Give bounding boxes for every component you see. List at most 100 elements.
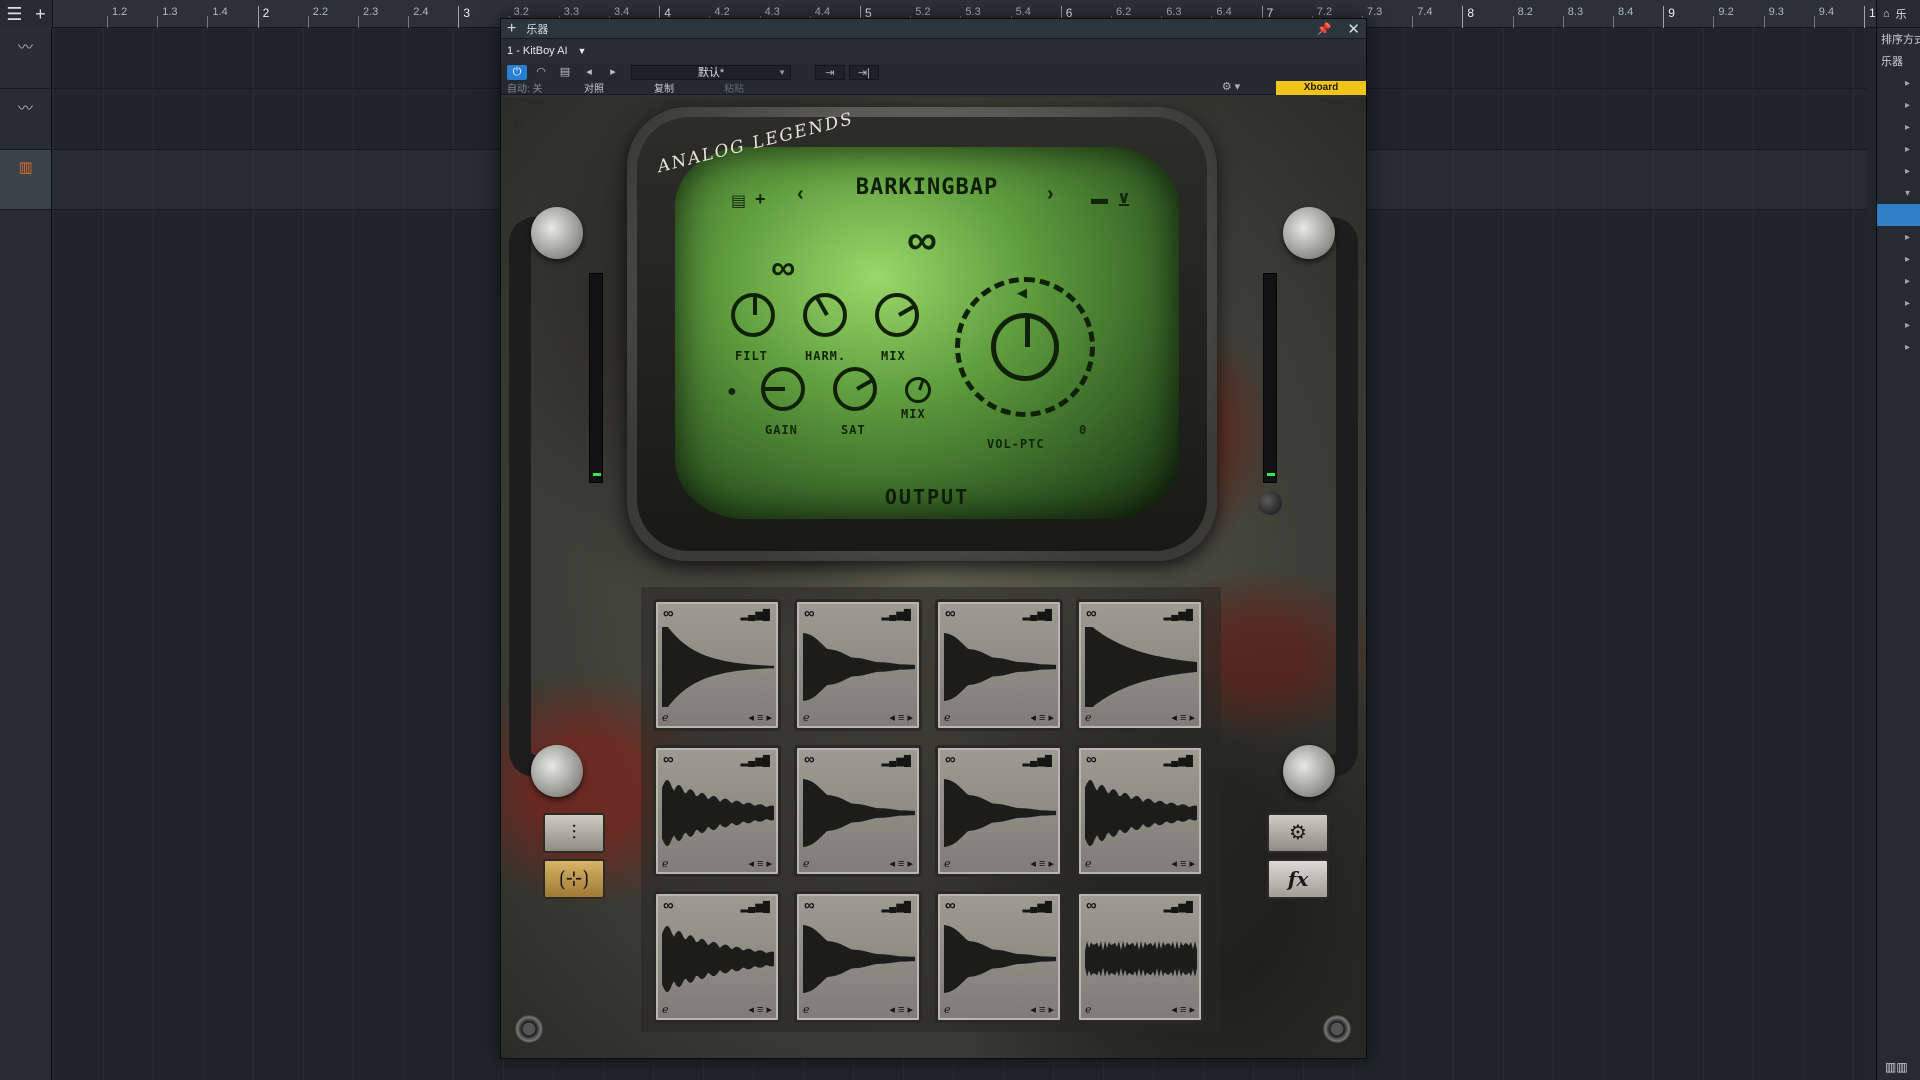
mix-knob-2[interactable] (905, 377, 931, 403)
add-track-icon[interactable]: + (35, 4, 46, 25)
edit-icon[interactable]: ℯ (1085, 1003, 1092, 1017)
edit-icon[interactable]: ℯ (803, 1003, 810, 1017)
power-button[interactable]: ⏻ (507, 64, 527, 80)
loop-icon[interactable]: ∞ (804, 751, 815, 768)
browser-item[interactable]: ▸ (1877, 226, 1920, 248)
mode-switch[interactable]: HH TR (627, 537, 1217, 552)
drum-pad[interactable]: ∞ ▂▄▆█ ℯ ◂ ≡ ▸ (794, 891, 922, 1023)
loop-icon[interactable]: ∞ (945, 897, 956, 914)
sort-by-label[interactable]: 排序方式 (1877, 28, 1920, 50)
track-header-audio-1[interactable]: 〰 (0, 28, 51, 89)
drum-pad[interactable]: ∞ ▂▄▆█ ℯ ◂ ≡ ▸ (935, 599, 1063, 731)
drum-pad[interactable]: ∞ ▂▄▆█ ℯ ◂ ≡ ▸ (1076, 745, 1204, 877)
browser-item[interactable]: ▾ (1877, 182, 1920, 204)
loop-icon[interactable]: ∞ (1086, 897, 1097, 914)
home-icon[interactable]: ⌂ (1883, 8, 1890, 20)
sample-nav-icon[interactable]: ◂ ≡ ▸ (1030, 711, 1054, 725)
zoom-icon[interactable]: ⌕ (513, 109, 525, 135)
sample-nav-icon[interactable]: ◂ ≡ ▸ (748, 711, 772, 725)
browser-item[interactable]: ▸ (1877, 314, 1920, 336)
instrument-selector[interactable]: 1 - KitBoy AI ▼ (501, 39, 1366, 63)
loop-icon[interactable]: ∞ (804, 605, 815, 622)
prev-preset-button[interactable]: ◂ (579, 65, 599, 80)
copy-button[interactable]: 复制 (629, 80, 699, 95)
edit-icon[interactable]: ℯ (803, 857, 810, 871)
drum-pad[interactable]: ∞ ▂▄▆█ ℯ ◂ ≡ ▸ (935, 745, 1063, 877)
mix-knob-1[interactable] (875, 293, 919, 337)
sample-nav-icon[interactable]: ◂ ≡ ▸ (748, 857, 772, 871)
track-header-audio-2[interactable]: 〰 (0, 89, 51, 150)
browser-item[interactable]: ▸ (1877, 270, 1920, 292)
edit-icon[interactable]: ℯ (1085, 711, 1092, 725)
preset-selector[interactable]: 默认* ▼ (631, 64, 791, 80)
loop-icon[interactable]: ∞ (1086, 605, 1097, 622)
edit-icon[interactable]: ℯ (662, 1003, 669, 1017)
piano-keys-icon[interactable]: ▥▥ (1885, 1060, 1908, 1074)
sat-knob[interactable] (833, 367, 877, 411)
browser-item[interactable]: ▸ (1877, 160, 1920, 182)
drum-pad[interactable]: ∞ ▂▄▆█ ℯ ◂ ≡ ▸ (653, 745, 781, 877)
menu-icon[interactable]: ☰ (6, 4, 22, 25)
sample-nav-icon[interactable]: ◂ ≡ ▸ (748, 1003, 772, 1017)
browser-item[interactable]: ▸ (1877, 94, 1920, 116)
harm-knob[interactable] (803, 293, 847, 337)
sample-nav-icon[interactable]: ◂ ≡ ▸ (1030, 1003, 1054, 1017)
sample-nav-icon[interactable]: ◂ ≡ ▸ (1171, 1003, 1195, 1017)
plugin-title-bar[interactable]: + 乐器 📌 ✕ (501, 19, 1366, 39)
filt-knob[interactable] (731, 293, 775, 337)
loop-icon[interactable]: ∞ (804, 897, 815, 914)
automation-toggle[interactable]: 自动: 关 (507, 80, 559, 95)
edit-icon[interactable]: ℯ (944, 1003, 951, 1017)
next-preset-icon[interactable]: › (1047, 183, 1054, 206)
close-icon[interactable]: ✕ (1347, 20, 1360, 38)
settings-button[interactable]: ⚙ (1267, 813, 1329, 853)
drum-pad[interactable]: ∞ ▂▄▆█ ℯ ◂ ≡ ▸ (1076, 891, 1204, 1023)
browser-item[interactable]: ▸ (1877, 116, 1920, 138)
edit-icon[interactable]: ℯ (944, 711, 951, 725)
load-last-button[interactable]: ⇥| (849, 64, 879, 80)
browser-item[interactable]: ▸ (1877, 138, 1920, 160)
browser-item[interactable]: ▸ (1877, 248, 1920, 270)
compare-button[interactable]: 对照 (559, 80, 629, 95)
drum-pad[interactable]: ∞ ▂▄▆█ ℯ ◂ ≡ ▸ (1076, 599, 1204, 731)
loop-icon[interactable]: ∞ (663, 751, 674, 768)
edit-icon[interactable]: ℯ (944, 857, 951, 871)
sample-nav-icon[interactable]: ◂ ≡ ▸ (889, 711, 913, 725)
cart-icon[interactable]: ⊻ (1117, 191, 1131, 211)
sample-nav-icon[interactable]: ◂ ≡ ▸ (1030, 857, 1054, 871)
browser-title[interactable]: 乐 (1896, 6, 1907, 22)
load-next-button[interactable]: ⇥ (815, 64, 845, 80)
edit-icon[interactable]: ℯ (803, 711, 810, 725)
vol-knob[interactable] (991, 313, 1059, 381)
fx-button[interactable]: fx (1267, 859, 1329, 899)
folder-icon[interactable]: ▬ (1091, 189, 1108, 209)
mixer-button[interactable]: ⫶ (543, 813, 605, 853)
sample-nav-icon[interactable]: ◂ ≡ ▸ (889, 857, 913, 871)
drum-pad[interactable]: ∞ ▂▄▆█ ℯ ◂ ≡ ▸ (794, 599, 922, 731)
edit-icon[interactable]: ℯ (662, 711, 669, 725)
loop-icon[interactable]: ∞ (1086, 751, 1097, 768)
track-header-instrument[interactable]: ▥ (0, 150, 51, 210)
pin-icon[interactable]: 📌 (1316, 22, 1331, 36)
gain-knob[interactable] (761, 367, 805, 411)
preset-file-icon[interactable]: ▤ (555, 65, 575, 80)
midi-learn-button[interactable]: ⟮⊹⟯ (543, 859, 605, 899)
sample-nav-icon[interactable]: ◂ ≡ ▸ (1171, 711, 1195, 725)
edit-icon[interactable]: ℯ (1085, 857, 1092, 871)
chevron-down-icon[interactable]: ▼ (578, 46, 587, 56)
browser-item-selected[interactable] (1877, 204, 1920, 226)
browser-item[interactable]: ▸ (1877, 72, 1920, 94)
monitor-button[interactable]: ◠ (531, 65, 551, 80)
drum-pad[interactable]: ∞ ▂▄▆█ ℯ ◂ ≡ ▸ (653, 891, 781, 1023)
add-icon[interactable]: + (507, 20, 516, 38)
loop-icon[interactable]: ∞ (945, 751, 956, 768)
sample-nav-icon[interactable]: ◂ ≡ ▸ (889, 1003, 913, 1017)
next-preset-button[interactable]: ▸ (603, 65, 623, 80)
loop-icon[interactable]: ∞ (663, 897, 674, 914)
edit-icon[interactable]: ℯ (662, 857, 669, 871)
drum-pad[interactable]: ∞ ▂▄▆█ ℯ ◂ ≡ ▸ (794, 745, 922, 877)
paste-button[interactable]: 粘贴 (699, 80, 769, 95)
browser-item[interactable]: ▸ (1877, 292, 1920, 314)
browser-item[interactable]: ▸ (1877, 336, 1920, 358)
drum-pad[interactable]: ∞ ▂▄▆█ ℯ ◂ ≡ ▸ (935, 891, 1063, 1023)
